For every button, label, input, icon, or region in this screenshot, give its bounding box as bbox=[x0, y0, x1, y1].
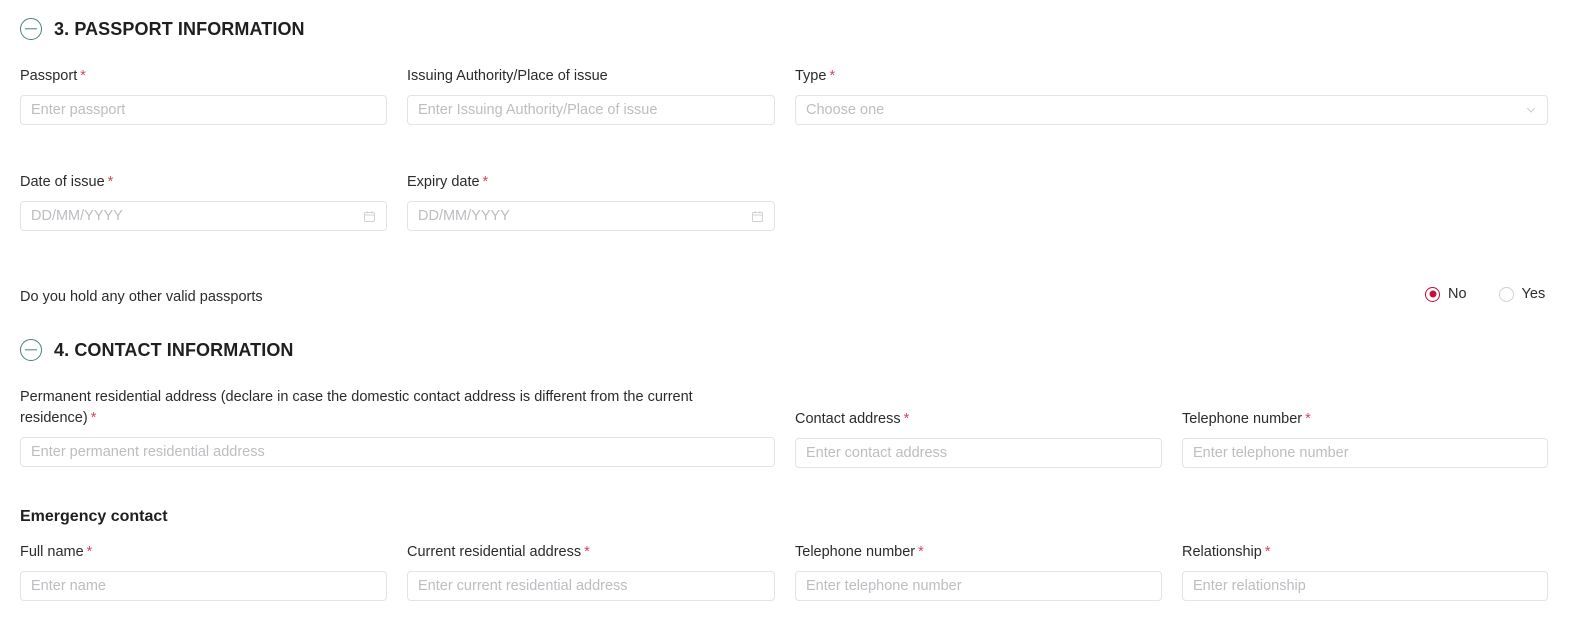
chevron-down-icon[interactable] bbox=[1519, 104, 1537, 116]
field-label: Current residential address * bbox=[407, 544, 590, 560]
radio-label: No bbox=[1448, 286, 1467, 302]
radio-option-no[interactable]: No bbox=[1425, 286, 1467, 302]
select-placeholder: Choose one bbox=[806, 102, 885, 118]
circle-minus-icon[interactable] bbox=[20, 339, 42, 361]
emergency-current-address-input[interactable]: Enter current residential address bbox=[407, 571, 775, 601]
radio-option-yes[interactable]: Yes bbox=[1498, 286, 1546, 302]
input-placeholder: Enter passport bbox=[31, 102, 126, 118]
emergency-relationship-input[interactable]: Enter relationship bbox=[1182, 571, 1548, 601]
calendar-icon[interactable] bbox=[745, 210, 764, 223]
required-asterisk: * bbox=[80, 68, 86, 84]
required-asterisk: * bbox=[1305, 411, 1311, 427]
required-asterisk: * bbox=[90, 410, 97, 426]
contact-address-input[interactable]: Enter contact address bbox=[795, 438, 1162, 468]
input-placeholder: DD/MM/YYYY bbox=[31, 208, 123, 224]
field-label: Telephone number * bbox=[1182, 411, 1311, 427]
field-contact-address: Contact address * Enter contact address bbox=[795, 409, 1162, 468]
passport-input[interactable]: Enter passport bbox=[20, 95, 387, 125]
field-emergency-telephone-number: Telephone number * Enter telephone number bbox=[795, 542, 1162, 601]
required-asterisk: * bbox=[1264, 544, 1271, 560]
field-label: Full name * bbox=[20, 544, 93, 560]
field-label: Telephone number * bbox=[795, 544, 924, 560]
input-placeholder: Enter relationship bbox=[1193, 578, 1306, 594]
field-permanent-residential-address: Permanent residential address (declare i… bbox=[20, 387, 775, 467]
required-asterisk: * bbox=[584, 544, 590, 560]
input-placeholder: Enter telephone number bbox=[1193, 445, 1349, 461]
emergency-telephone-number-input[interactable]: Enter telephone number bbox=[795, 571, 1162, 601]
telephone-number-input[interactable]: Enter telephone number bbox=[1182, 438, 1548, 468]
type-select[interactable]: Choose one bbox=[795, 95, 1548, 125]
field-label: Type * bbox=[795, 68, 836, 84]
field-label: Passport * bbox=[20, 68, 86, 84]
field-emergency-full-name: Full name * Enter name bbox=[20, 542, 387, 601]
field-label: Contact address * bbox=[795, 411, 910, 427]
section-title: 3. PASSPORT INFORMATION bbox=[54, 18, 305, 39]
field-date-of-issue: Date of issue * DD/MM/YYYY bbox=[20, 172, 387, 231]
input-placeholder: Enter telephone number bbox=[806, 578, 962, 594]
field-issuing-authority: Issuing Authority/Place of issue Enter I… bbox=[407, 66, 775, 125]
field-type: Type * Choose one bbox=[795, 66, 1548, 125]
section-header-contact-information[interactable]: 4. CONTACT INFORMATION bbox=[20, 335, 294, 365]
required-asterisk: * bbox=[918, 544, 924, 560]
question-label-other-passports: Do you hold any other valid passports bbox=[20, 287, 263, 308]
section-header-passport-information[interactable]: 3. PASSPORT INFORMATION bbox=[20, 14, 305, 44]
input-placeholder: DD/MM/YYYY bbox=[418, 208, 510, 224]
field-label: Relationship * bbox=[1182, 544, 1271, 560]
calendar-icon[interactable] bbox=[357, 210, 376, 223]
required-asterisk: * bbox=[86, 544, 93, 560]
emergency-full-name-input[interactable]: Enter name bbox=[20, 571, 387, 601]
input-placeholder: Enter name bbox=[31, 578, 106, 594]
field-emergency-current-address: Current residential address * Enter curre… bbox=[407, 542, 775, 601]
issuing-authority-input[interactable]: Enter Issuing Authority/Place of issue bbox=[407, 95, 775, 125]
expiry-date-input[interactable]: DD/MM/YYYY bbox=[407, 201, 775, 231]
question-label: Do you hold any other valid passports bbox=[20, 289, 263, 305]
required-asterisk: * bbox=[903, 411, 910, 427]
required-asterisk: * bbox=[829, 68, 836, 84]
field-emergency-relationship: Relationship * Enter relationship bbox=[1182, 542, 1548, 601]
date-of-issue-input[interactable]: DD/MM/YYYY bbox=[20, 201, 387, 231]
field-label: Issuing Authority/Place of issue bbox=[407, 68, 608, 84]
field-label: Date of issue * bbox=[20, 174, 114, 190]
field-telephone-number: Telephone number * Enter telephone number bbox=[1182, 409, 1548, 468]
circle-minus-icon[interactable] bbox=[20, 18, 42, 40]
required-asterisk: * bbox=[107, 174, 114, 190]
required-asterisk: * bbox=[482, 174, 489, 190]
input-placeholder: Enter permanent residential address bbox=[31, 444, 265, 460]
radio-group-other-passports[interactable]: No Yes bbox=[1425, 286, 1545, 302]
radio-circle-icon[interactable] bbox=[1498, 286, 1514, 302]
field-passport: Passport * Enter passport bbox=[20, 66, 387, 125]
input-placeholder: Enter contact address bbox=[806, 445, 948, 461]
radio-label: Yes bbox=[1521, 286, 1546, 302]
field-label: Expiry date * bbox=[407, 174, 489, 190]
input-placeholder: Enter Issuing Authority/Place of issue bbox=[418, 102, 658, 118]
input-placeholder: Enter current residential address bbox=[418, 578, 628, 594]
field-label: Permanent residential address (declare i… bbox=[20, 389, 693, 426]
subsection-heading-emergency-contact: Emergency contact bbox=[20, 508, 168, 525]
field-expiry-date: Expiry date * DD/MM/YYYY bbox=[407, 172, 775, 231]
permanent-residential-address-input[interactable]: Enter permanent residential address bbox=[20, 437, 775, 467]
radio-circle-selected-icon[interactable] bbox=[1425, 286, 1440, 302]
section-title: 4. CONTACT INFORMATION bbox=[54, 339, 294, 360]
